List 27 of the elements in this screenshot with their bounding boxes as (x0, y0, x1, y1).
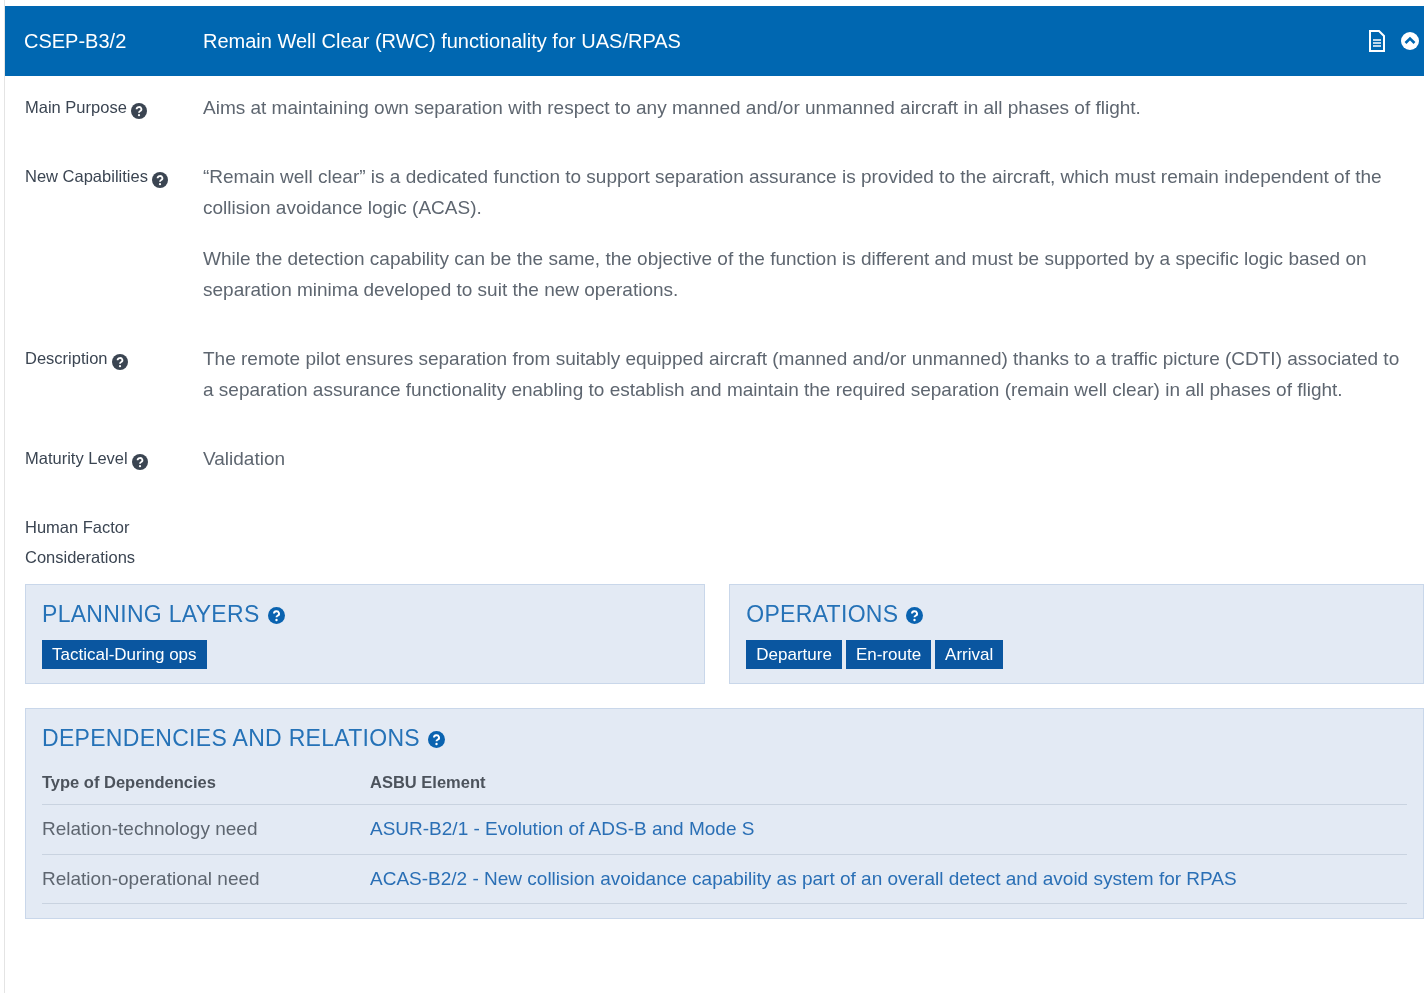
panel-title: PLANNING LAYERS (42, 600, 260, 629)
field-value: “Remain well clear” is a dedicated function to support separation assurance is provided to the aircraft, which must remain independent of the collision avoidance logic (ACAS). (203, 165, 1383, 220)
asbu-link[interactable]: ASUR-B2/1 - Evolution of ADS-B and Mode S (370, 818, 755, 840)
tag[interactable]: En-route (845, 639, 932, 669)
panel-title: DEPENDENCIES AND RELATIONS (42, 724, 420, 753)
field-value: While the detection capability can be the same, the objective of the function is different and must be supported by a specific logic based on separation minima developed to suit the new operations. (203, 247, 1368, 302)
asbu-link[interactable]: ACAS-B2/2 - New collision avoidance capability as part of an overall detect and avoid system for RPAS (370, 867, 1237, 889)
field-label: New Capabilities (25, 167, 148, 185)
document-icon[interactable] (1368, 30, 1386, 52)
field-value: The remote pilot ensures separation from suitably equipped aircraft (manned and/or unmanned) thanks to a traffic picture (CDTI) associated to a separation assurance functionality enabling to establish and maintain the required separation (remain well clear) in all phases of flight. (203, 347, 1401, 402)
column-header: Type of Dependencies (42, 759, 370, 805)
tag[interactable]: Departure (746, 639, 842, 669)
field-label: Human Factor Considerations (25, 518, 136, 566)
field-label: Maturity Level (25, 449, 128, 467)
table-cell: Relation-operational need (42, 854, 370, 904)
field-label: Main Purpose (25, 98, 127, 116)
collapse-icon[interactable] (1400, 31, 1420, 51)
item-code: CSEP-B3/2 (24, 29, 128, 54)
field-label: Description (25, 349, 108, 367)
column-header: ASBU Element (370, 759, 1407, 805)
header-title: Remain Well Clear (RWC) functionality for UAS/RPAS (203, 29, 681, 54)
table-cell: Relation-technology need (42, 804, 370, 855)
panel-title: OPERATIONS (746, 600, 899, 629)
field-value: Aims at maintaining own separation with respect to any manned and/or unmanned aircraft in all phases of flight. (203, 96, 1141, 120)
tag[interactable]: Arrival (935, 639, 1004, 669)
field-value: Validation (203, 447, 286, 471)
tag[interactable]: Tactical-During ops (42, 639, 207, 669)
